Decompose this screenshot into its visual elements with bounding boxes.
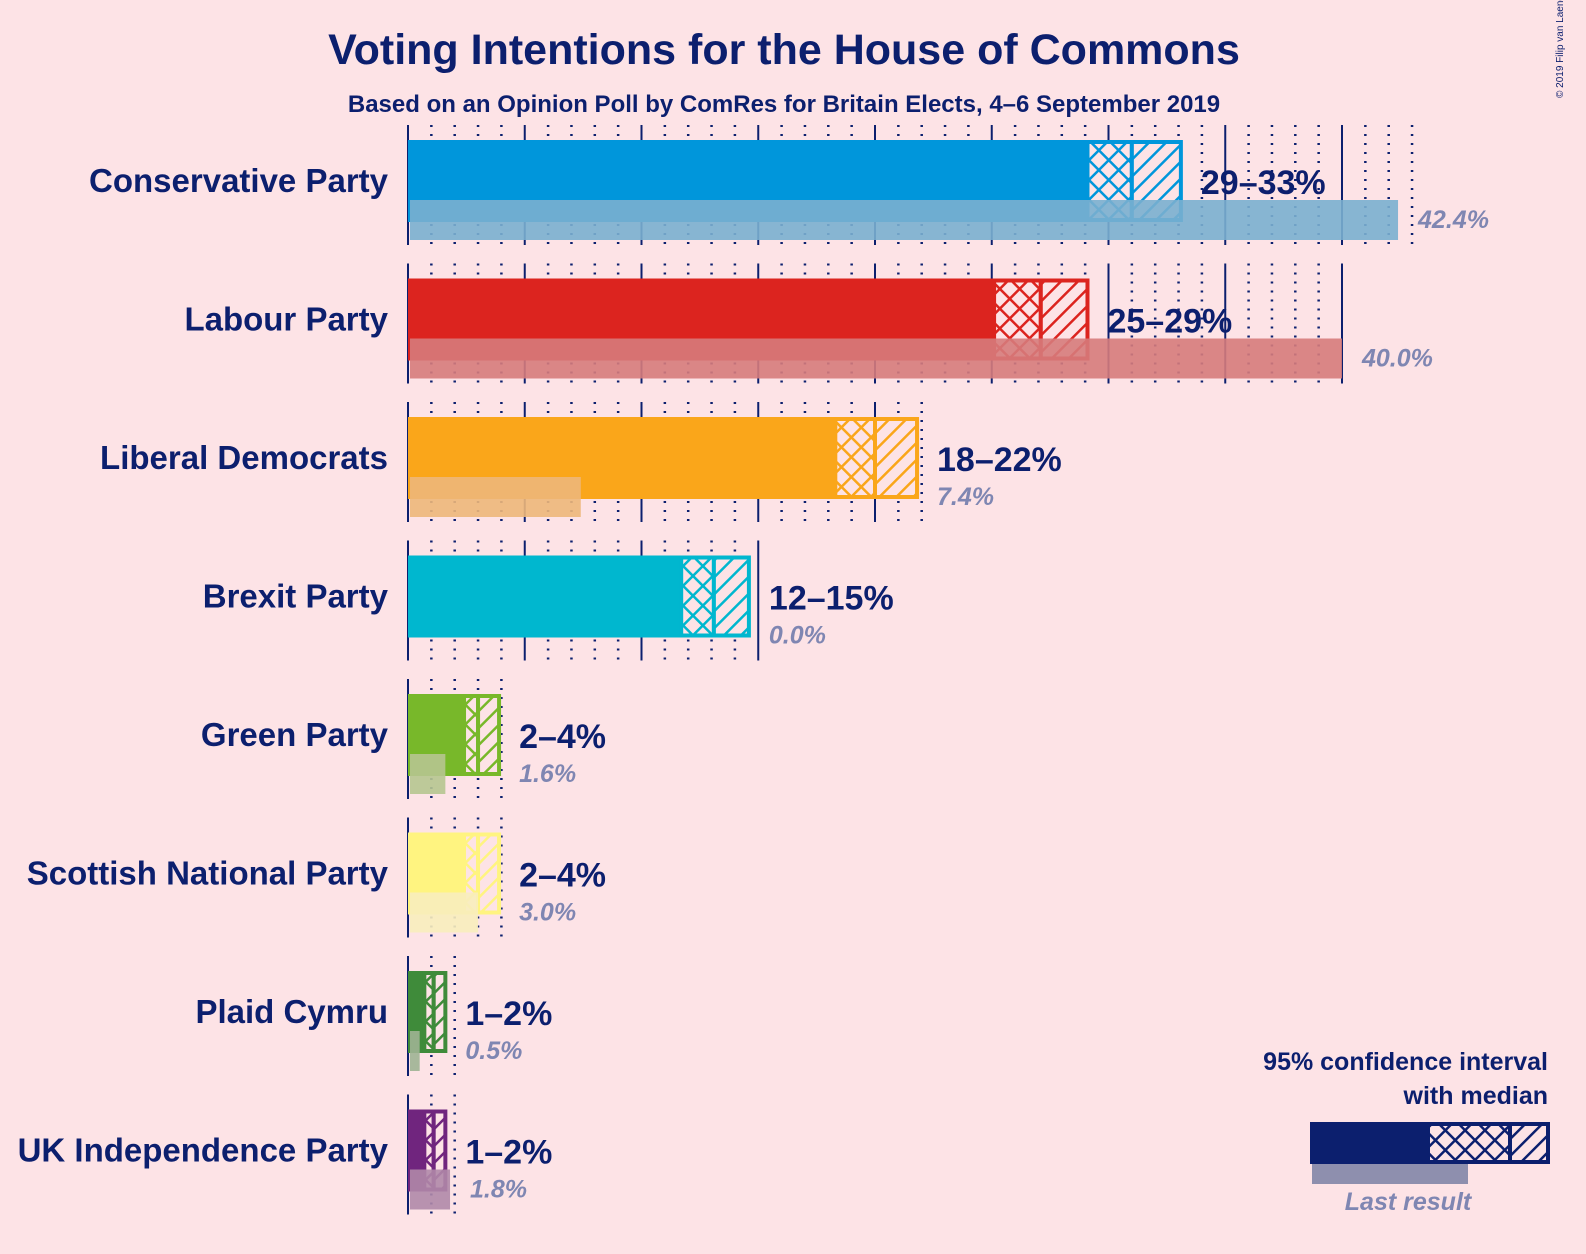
chart-subtitle: Based on an Opinion Poll by ComRes for B… [348,91,1220,118]
party-label: Liberal Democrats [100,439,388,476]
party-label: Green Party [201,716,389,753]
bar-ci-upper [476,694,502,776]
party-row: Brexit Party 12–15% 0.0% [203,555,894,650]
bar-solid [408,555,682,638]
chart-title: Voting Intentions for the House of Commo… [328,26,1240,74]
party-label: Labour Party [184,301,388,338]
bar-ci-upper [431,971,448,1053]
party-row: Liberal Democrats 18–22% 7.4% [100,417,1062,517]
last-result-label: 42.4% [1417,206,1489,234]
party-label: UK Independence Party [18,1132,389,1169]
party-label: Brexit Party [203,578,389,615]
range-label: 1–2% [465,1134,552,1172]
bar-ci-lower [462,694,481,776]
bar-ci-upper [711,555,751,638]
range-label: 25–29% [1107,303,1232,341]
legend-solid [1310,1122,1428,1164]
party-label: Plaid Cymru [195,993,388,1030]
bar-last-result [410,1169,451,1210]
legend: 95% confidence interval with median Last… [1263,1048,1550,1216]
bar-ci-upper [476,832,502,915]
range-label: 18–22% [937,441,1062,479]
range-label: 29–33% [1201,164,1326,202]
range-label: 2–4% [519,857,606,895]
party-row: UK Independence Party 1–2% 1.8% [18,1109,552,1210]
chart: Voting Intentions for the House of Commo… [18,0,1566,1216]
last-result-label: 0.5% [465,1037,522,1065]
last-result-label: 1.6% [519,760,576,788]
party-row: Plaid Cymru 1–2% 0.5% [195,971,552,1071]
party-row: Scottish National Party 2–4% 3.0% [27,832,606,933]
range-label: 2–4% [519,718,606,756]
bar-last-result [410,754,446,794]
bar-last-result [410,477,581,517]
range-label: 12–15% [769,580,894,618]
last-result-label: 40.0% [1361,345,1433,373]
bar-last-result [410,892,479,933]
bar-ci-lower [679,555,716,638]
legend-line1: 95% confidence interval [1263,1048,1548,1076]
last-result-label: 7.4% [937,483,994,511]
bar-ci-lower [833,417,877,499]
bar-ci-upper [873,417,920,499]
party-label: Conservative Party [89,162,389,199]
legend-last-bar [1312,1164,1468,1184]
bar-last-result [410,338,1342,379]
party-row: Labour Party 25–29% 40.0% [184,278,1433,379]
party-row: Conservative Party 29–33% 42.4% [89,140,1489,240]
range-label: 1–2% [465,995,552,1033]
legend-last-result: Last result [1345,1188,1473,1216]
legend-line2: with median [1403,1082,1548,1110]
legend-ci-upper [1508,1122,1550,1164]
party-row: Green Party 2–4% 1.6% [201,694,606,794]
last-result-label: 3.0% [519,899,576,927]
last-result-label: 0.0% [769,622,826,650]
bar-last-result [410,200,1399,240]
party-label: Scottish National Party [27,855,389,892]
legend-ci-lower [1426,1122,1512,1164]
copyright: © 2019 Filip van Laenen [1555,0,1566,98]
bar-last-result [410,1031,420,1071]
last-result-label: 1.8% [470,1176,527,1204]
